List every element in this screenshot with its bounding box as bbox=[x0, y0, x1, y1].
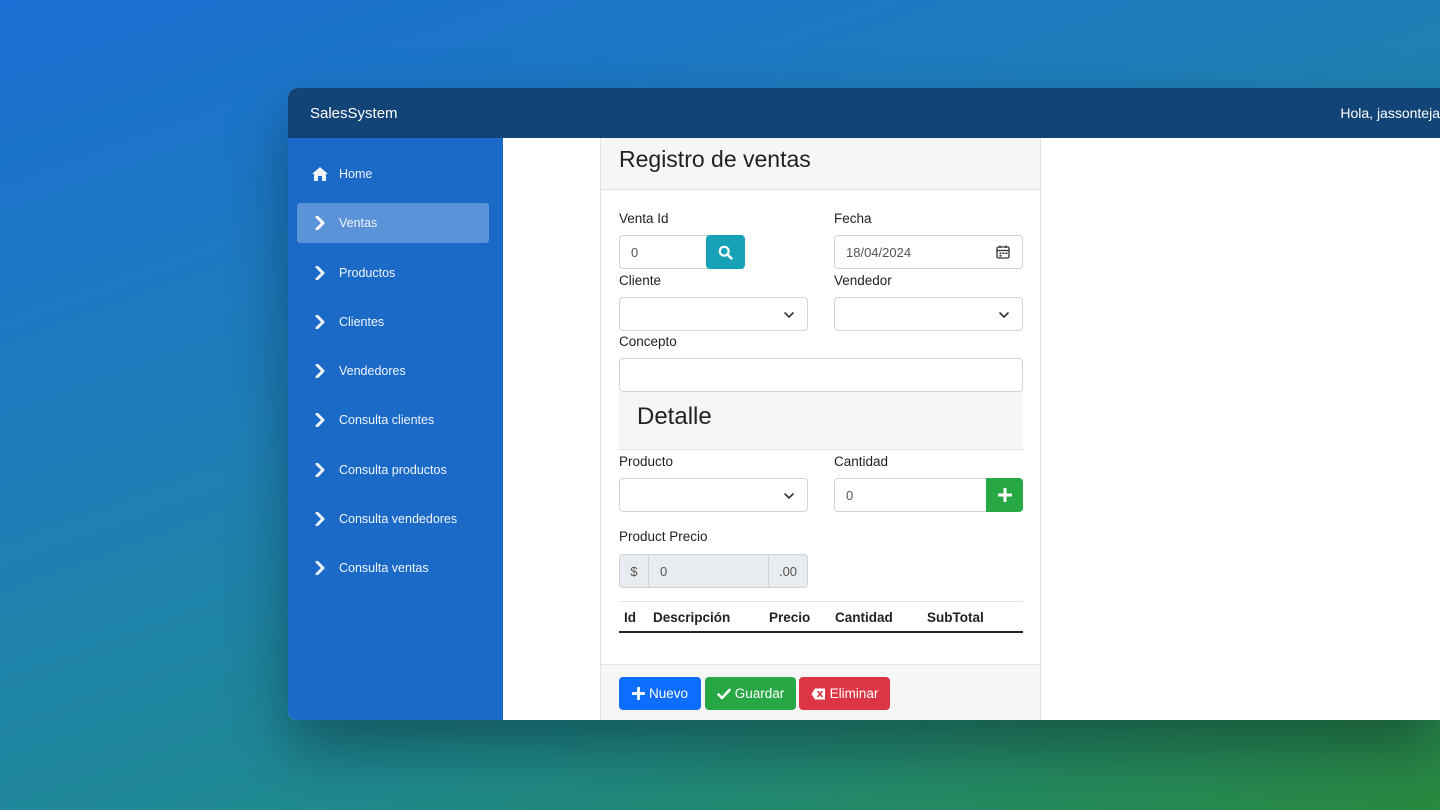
sidebar-item-label: Productos bbox=[339, 266, 396, 280]
chevron-right-icon bbox=[309, 561, 331, 575]
top-navbar: SalesSystem Hola, jassonteja bbox=[288, 88, 1440, 138]
chevron-right-icon bbox=[309, 266, 331, 280]
chevron-right-icon bbox=[309, 512, 331, 526]
currency-prefix: $ bbox=[619, 554, 649, 588]
vendedor-select[interactable] bbox=[834, 297, 1023, 331]
column-header-id: Id bbox=[624, 610, 636, 625]
sidebar-item-clientes[interactable]: Clientes bbox=[297, 302, 489, 342]
app-window: SalesSystem Hola, jassonteja Home Ventas… bbox=[288, 88, 1440, 720]
fecha-input[interactable]: 18/04/2024 bbox=[834, 235, 1023, 269]
precio-input-group: $ 0 .00 bbox=[619, 554, 808, 588]
producto-label: Producto bbox=[619, 454, 674, 469]
main-content: Registro de ventas Venta Id 0 Fecha 18/0… bbox=[503, 138, 1440, 720]
column-header-precio: Precio bbox=[769, 610, 811, 625]
user-greeting[interactable]: Hola, jassonteja bbox=[1340, 105, 1440, 121]
column-header-subtotal: SubTotal bbox=[927, 610, 984, 625]
decimal-suffix: .00 bbox=[768, 554, 808, 588]
sidebar-item-consulta-ventas[interactable]: Consulta ventas bbox=[297, 548, 489, 588]
brand-link[interactable]: SalesSystem bbox=[310, 105, 398, 122]
sales-form-card: Registro de ventas Venta Id 0 Fecha 18/0… bbox=[600, 138, 1041, 720]
chevron-down-icon bbox=[999, 312, 1009, 319]
sidebar-item-label: Consulta ventas bbox=[339, 561, 429, 575]
venta-id-label: Venta Id bbox=[619, 211, 669, 226]
search-icon bbox=[718, 245, 733, 260]
producto-select[interactable] bbox=[619, 478, 808, 512]
sidebar-item-label: Consulta productos bbox=[339, 463, 447, 477]
sidebar-item-consulta-clientes[interactable]: Consulta clientes bbox=[297, 400, 489, 440]
venta-id-value: 0 bbox=[631, 244, 639, 260]
fecha-label: Fecha bbox=[834, 211, 872, 226]
cantidad-value: 0 bbox=[846, 487, 854, 503]
search-button[interactable] bbox=[706, 235, 745, 269]
column-header-cantidad: Cantidad bbox=[835, 610, 893, 625]
sidebar-item-ventas[interactable]: Ventas bbox=[297, 203, 489, 243]
guardar-button[interactable]: Guardar bbox=[705, 677, 796, 710]
sidebar-item-label: Ventas bbox=[339, 216, 378, 230]
chevron-right-icon bbox=[309, 413, 331, 427]
chevron-right-icon bbox=[309, 364, 331, 378]
concepto-label: Concepto bbox=[619, 334, 677, 349]
column-header-descripcion: Descripción bbox=[653, 610, 731, 625]
check-icon bbox=[716, 688, 731, 699]
sidebar-item-label: Vendedores bbox=[339, 364, 406, 378]
page-title: Registro de ventas bbox=[619, 146, 811, 172]
sidebar-item-label: Clientes bbox=[339, 315, 385, 329]
detail-table: Id Descripción Precio Cantidad SubTotal bbox=[619, 601, 1023, 633]
sidebar-item-home[interactable]: Home bbox=[297, 154, 489, 194]
guardar-label: Guardar bbox=[734, 686, 785, 701]
sidebar: Home Ventas Productos Clientes Vendedore… bbox=[288, 138, 503, 720]
delete-icon bbox=[811, 688, 825, 699]
sidebar-item-productos[interactable]: Productos bbox=[297, 253, 489, 293]
add-product-button[interactable] bbox=[986, 478, 1023, 512]
venta-id-input[interactable]: 0 bbox=[619, 235, 708, 269]
fecha-value: 18/04/2024 bbox=[846, 244, 912, 260]
chevron-down-icon bbox=[784, 312, 794, 319]
calendar-icon[interactable] bbox=[996, 245, 1010, 259]
cantidad-label: Cantidad bbox=[834, 454, 889, 469]
precio-label: Product Precio bbox=[619, 529, 708, 544]
plus-icon bbox=[997, 488, 1012, 502]
nuevo-button[interactable]: Nuevo bbox=[619, 677, 701, 710]
chevron-down-icon bbox=[784, 493, 794, 500]
chevron-right-icon bbox=[309, 463, 331, 477]
sidebar-item-vendedores[interactable]: Vendedores bbox=[297, 351, 489, 391]
sidebar-item-consulta-productos[interactable]: Consulta productos bbox=[297, 450, 489, 490]
card-footer: Nuevo Guardar Eliminar bbox=[601, 664, 1040, 720]
nuevo-label: Nuevo bbox=[648, 686, 689, 701]
chevron-right-icon bbox=[309, 216, 331, 230]
home-icon bbox=[309, 167, 331, 181]
plus-icon bbox=[631, 687, 645, 700]
sidebar-item-label: Home bbox=[339, 167, 373, 181]
concepto-input[interactable] bbox=[619, 358, 1023, 392]
detalle-title: Detalle bbox=[637, 403, 712, 430]
eliminar-button[interactable]: Eliminar bbox=[799, 677, 890, 710]
cliente-label: Cliente bbox=[619, 273, 662, 288]
cliente-select[interactable] bbox=[619, 297, 808, 331]
chevron-right-icon bbox=[309, 315, 331, 329]
card-header: Registro de ventas bbox=[601, 138, 1040, 190]
precio-input: 0 bbox=[648, 554, 769, 588]
sidebar-item-label: Consulta clientes bbox=[339, 413, 435, 427]
eliminar-label: Eliminar bbox=[829, 686, 879, 701]
sidebar-item-label: Consulta vendedores bbox=[339, 512, 458, 526]
vendedor-label: Vendedor bbox=[834, 273, 892, 288]
detalle-header: Detalle bbox=[619, 392, 1023, 450]
sidebar-item-consulta-vendedores[interactable]: Consulta vendedores bbox=[297, 499, 489, 539]
cantidad-input[interactable]: 0 bbox=[834, 478, 987, 512]
